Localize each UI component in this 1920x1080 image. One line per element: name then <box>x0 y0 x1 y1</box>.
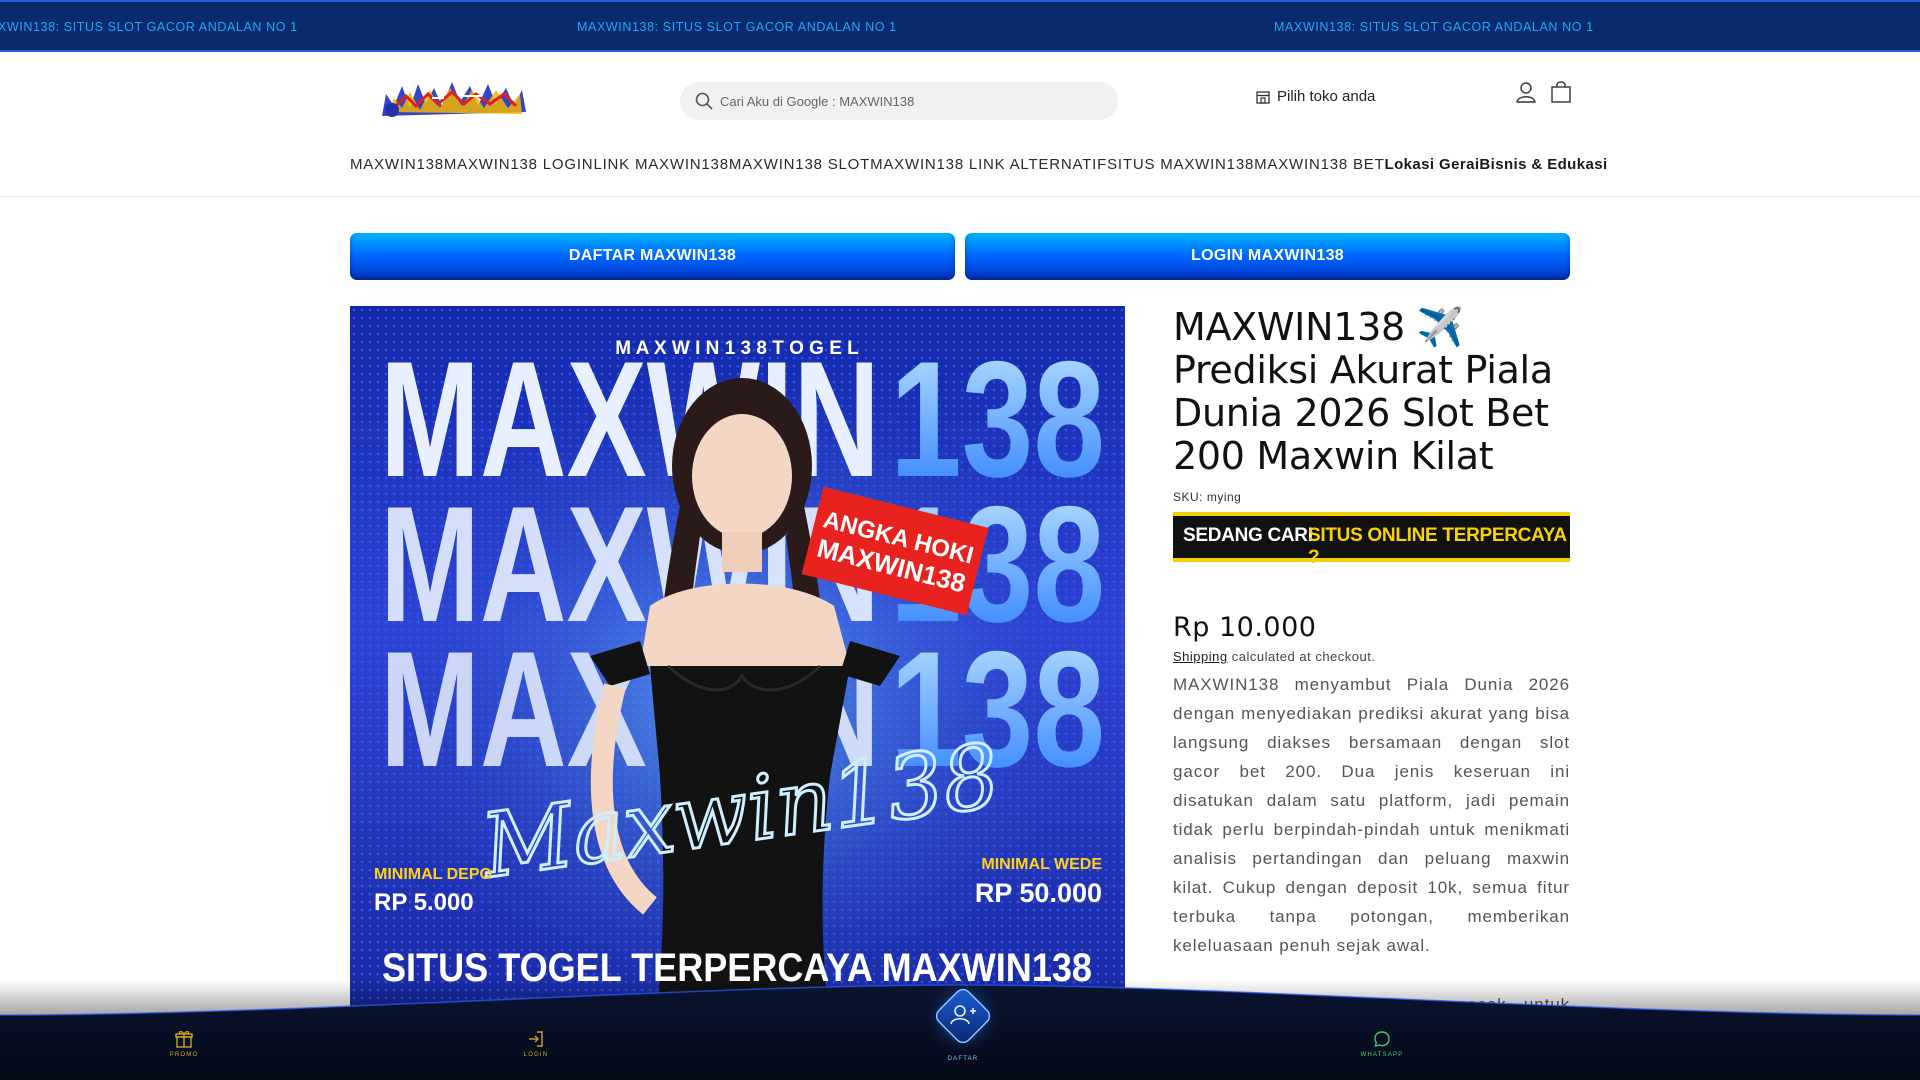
nav-item-maxwin138[interactable]: MAXWIN138 <box>350 156 444 173</box>
announcement-bar: MAXWIN138: SITUS SLOT GACOR ANDALAN NO 1… <box>0 0 1920 52</box>
nav-item-bisnis-edukasi[interactable]: Bisnis & Edukasi <box>1479 156 1607 173</box>
bottom-nav-daftar-label: DAFTAR <box>947 1056 979 1062</box>
min-depo-label: MINIMAL DEPO <box>374 866 492 883</box>
nav-item-slot[interactable]: MAXWIN138 SLOT <box>729 156 870 173</box>
product-price: Rp 10.000 <box>1173 612 1317 643</box>
bottom-nav-login[interactable]: LOGIN <box>506 1029 566 1058</box>
min-wd-value: RP 50.000 <box>975 878 1102 908</box>
banner-text-white: SEDANG CARI <box>1183 525 1313 546</box>
bottom-nav-login-label: LOGIN <box>523 1052 549 1058</box>
promo-banner[interactable]: SEDANG CARI SITUS ONLINE TERPERCAYA ? <box>1173 512 1570 568</box>
product-title: MAXWIN138 ✈️ Prediksi Akurat Piala Dunia… <box>1173 305 1553 478</box>
main-nav: MAXWIN138 MAXWIN138 LOGIN LINK MAXWIN138… <box>350 156 1607 173</box>
bottom-nav-whatsapp[interactable]: WHATSAPP <box>1352 1029 1412 1058</box>
site-logo[interactable] <box>372 76 530 122</box>
store-icon <box>1256 90 1270 104</box>
banner-text-yellow: SITUS ONLINE TERPERCAYA ? <box>1308 525 1567 568</box>
gift-icon <box>175 1031 193 1048</box>
login-button[interactable]: LOGIN MAXWIN138 <box>965 233 1570 280</box>
nav-item-link-alternatif[interactable]: MAXWIN138 LINK ALTERNATIF <box>870 156 1107 173</box>
announcement-text: MAXWIN138: SITUS SLOT GACOR ANDALAN NO 1 <box>0 20 298 34</box>
store-selector[interactable]: Pilih toko anda <box>1255 88 1375 105</box>
nav-item-link[interactable]: LINK MAXWIN138 <box>593 156 728 173</box>
product-image[interactable]: M A X W I N 1 3 8 T O G E L MAXWIN MAXWI… <box>350 306 1125 1026</box>
account-icon[interactable] <box>1515 80 1537 104</box>
min-depo-value: RP 5.000 <box>374 889 474 916</box>
whatsapp-icon <box>1374 1031 1390 1047</box>
bottom-nav-whatsapp-label: WHATSAPP <box>1360 1052 1404 1058</box>
bottom-nav-promo[interactable]: PROMO <box>154 1029 214 1058</box>
product-description: MAXWIN138 menyambut Piala Dunia 2026 den… <box>1173 675 1570 955</box>
product-sku: SKU: mying <box>1173 490 1242 504</box>
nav-item-lokasi-gerai[interactable]: Lokasi Gerai <box>1385 156 1480 173</box>
bottom-nav-daftar[interactable] <box>925 978 1001 1054</box>
shipping-note: Shipping calculated at checkout. <box>1173 649 1570 664</box>
announcement-text: MAXWIN138: SITUS SLOT GACOR ANDALAN NO 1 <box>577 20 897 34</box>
shipping-note-text: calculated at checkout. <box>1227 649 1376 664</box>
shipping-link[interactable]: Shipping <box>1173 649 1228 664</box>
cart-icon[interactable] <box>1550 80 1572 104</box>
search-icon <box>695 92 713 110</box>
announcement-text: MAXWIN138: SITUS SLOT GACOR ANDALAN NO 1 <box>1274 20 1594 34</box>
min-wd-label: MINIMAL WEDE <box>981 856 1102 873</box>
search-input[interactable] <box>720 82 1100 120</box>
search-bar[interactable] <box>680 82 1118 120</box>
site-header: Pilih toko anda MAXWIN138 MAXWIN138 LOGI… <box>0 52 1920 197</box>
daftar-button[interactable]: DAFTAR MAXWIN138 <box>350 233 955 280</box>
login-icon <box>529 1031 543 1047</box>
nav-item-login[interactable]: MAXWIN138 LOGIN <box>444 156 594 173</box>
nav-item-situs[interactable]: SITUS MAXWIN138 <box>1107 156 1254 173</box>
product-info: MAXWIN138 ✈️ Prediksi Akurat Piala Dunia… <box>1173 306 1570 1048</box>
store-label: Pilih toko anda <box>1277 88 1376 105</box>
bottom-nav-promo-label: PROMO <box>169 1052 199 1058</box>
nav-item-bet[interactable]: MAXWIN138 BET <box>1254 156 1384 173</box>
